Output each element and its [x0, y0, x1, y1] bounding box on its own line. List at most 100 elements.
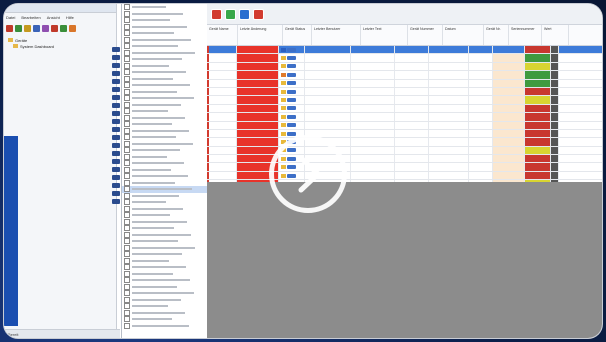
row-action-button[interactable] — [551, 96, 559, 104]
row-action-button[interactable] — [551, 138, 559, 146]
option-checkbox[interactable] — [124, 121, 130, 128]
row-action-button[interactable] — [551, 163, 559, 171]
column-header[interactable]: Letzter Text — [361, 25, 408, 45]
table-row[interactable] — [207, 129, 602, 139]
row-action-button[interactable] — [551, 113, 559, 121]
row-action-button[interactable] — [551, 87, 559, 96]
row-action-button[interactable] — [551, 79, 559, 87]
option-checkbox[interactable] — [124, 309, 130, 316]
column-header[interactable]: Gerät Name — [207, 25, 238, 45]
option-checkbox[interactable] — [124, 30, 130, 37]
column-header[interactable]: Datum — [443, 25, 484, 45]
option-checkbox[interactable] — [124, 225, 130, 232]
table-row[interactable] — [207, 87, 602, 97]
toolbar-button-3[interactable] — [33, 25, 40, 32]
option-checkbox[interactable] — [124, 244, 130, 251]
table-row[interactable] — [207, 46, 602, 55]
option-checkbox[interactable] — [124, 62, 130, 69]
run-icon[interactable] — [225, 8, 236, 20]
stop-icon[interactable] — [211, 8, 222, 20]
toolbar-button-4[interactable] — [42, 25, 49, 32]
option-checkbox[interactable] — [124, 75, 130, 82]
refresh-icon[interactable] — [239, 8, 250, 20]
option-checkbox[interactable] — [124, 69, 130, 76]
table-row[interactable] — [207, 155, 602, 164]
option-checkbox[interactable] — [124, 173, 130, 180]
option-checkbox[interactable] — [124, 160, 130, 167]
option-checkbox[interactable] — [124, 140, 130, 147]
toolbar-button-0[interactable] — [6, 25, 13, 32]
option-checkbox[interactable] — [124, 257, 130, 264]
table-row[interactable] — [207, 54, 602, 63]
option-checkbox[interactable] — [124, 134, 130, 141]
option-checkbox[interactable] — [124, 199, 130, 206]
menu-item-view[interactable]: Ansicht — [47, 15, 60, 20]
option-checkbox[interactable] — [124, 153, 130, 160]
column-header[interactable]: Gerät Status — [283, 25, 312, 45]
table-row[interactable] — [207, 104, 602, 114]
row-action-button[interactable] — [551, 171, 559, 180]
option-checkbox[interactable] — [124, 23, 130, 30]
row-action-button[interactable] — [551, 104, 559, 113]
toolbar-button-1[interactable] — [15, 25, 22, 32]
table-row[interactable] — [207, 96, 602, 105]
option-checkbox[interactable] — [124, 296, 130, 303]
option-checkbox[interactable] — [124, 101, 130, 108]
column-option[interactable] — [122, 322, 208, 330]
option-checkbox[interactable] — [124, 179, 130, 186]
row-action-button[interactable] — [551, 121, 559, 129]
option-checkbox[interactable] — [124, 127, 130, 134]
option-checkbox[interactable] — [124, 43, 130, 50]
option-checkbox[interactable] — [124, 166, 130, 173]
option-checkbox[interactable] — [124, 212, 130, 219]
option-checkbox[interactable] — [124, 251, 130, 258]
column-chooser-list[interactable] — [121, 4, 209, 338]
option-checkbox[interactable] — [124, 49, 130, 56]
option-checkbox[interactable] — [124, 147, 130, 154]
option-checkbox[interactable] — [124, 192, 130, 199]
table-row[interactable] — [207, 163, 602, 172]
column-header[interactable]: Gerät Nummer — [408, 25, 443, 45]
table-row[interactable] — [207, 79, 602, 88]
row-action-button[interactable] — [551, 129, 559, 138]
row-action-button[interactable] — [551, 62, 559, 71]
option-checkbox[interactable] — [124, 205, 130, 212]
row-action-button[interactable] — [551, 71, 559, 79]
option-checkbox[interactable] — [124, 82, 130, 89]
option-checkbox[interactable] — [124, 218, 130, 225]
video-thumbnail[interactable]: Datei Bearbeiten Ansicht Hilfe Geräte Sy… — [0, 0, 606, 342]
toolbar-button-2[interactable] — [24, 25, 31, 32]
option-checkbox[interactable] — [124, 56, 130, 63]
toolbar-button-7[interactable] — [69, 25, 76, 32]
row-action-button[interactable] — [551, 155, 559, 163]
option-checkbox[interactable] — [124, 17, 130, 24]
option-checkbox[interactable] — [124, 231, 130, 238]
option-checkbox[interactable] — [124, 88, 130, 95]
table-row[interactable] — [207, 71, 602, 80]
stop-icon[interactable] — [253, 8, 264, 20]
option-checkbox[interactable] — [124, 270, 130, 277]
row-action-button[interactable] — [551, 54, 559, 62]
table-row[interactable] — [207, 138, 602, 147]
tree-node-dashboard[interactable]: System Dashboard — [8, 43, 112, 49]
option-checkbox[interactable] — [124, 322, 130, 329]
menu-item-edit[interactable]: Bearbeiten — [21, 15, 40, 20]
option-checkbox[interactable] — [124, 277, 130, 284]
option-checkbox[interactable] — [124, 10, 130, 17]
menu-item-file[interactable]: Datei — [6, 15, 15, 20]
option-checkbox[interactable] — [124, 290, 130, 297]
option-checkbox[interactable] — [124, 238, 130, 245]
option-checkbox[interactable] — [124, 316, 130, 323]
table-row[interactable] — [207, 62, 602, 72]
option-checkbox[interactable] — [124, 108, 130, 115]
row-action-button[interactable] — [551, 146, 559, 155]
table-row[interactable] — [207, 121, 602, 130]
toolbar-button-5[interactable] — [51, 25, 58, 32]
option-checkbox[interactable] — [124, 264, 130, 271]
play-button[interactable] — [269, 135, 347, 213]
option-checkbox[interactable] — [124, 36, 130, 43]
option-checkbox[interactable] — [124, 186, 130, 193]
table-row[interactable] — [207, 171, 602, 181]
option-checkbox[interactable] — [124, 303, 130, 310]
column-header[interactable]: Seriennummer — [509, 25, 542, 45]
